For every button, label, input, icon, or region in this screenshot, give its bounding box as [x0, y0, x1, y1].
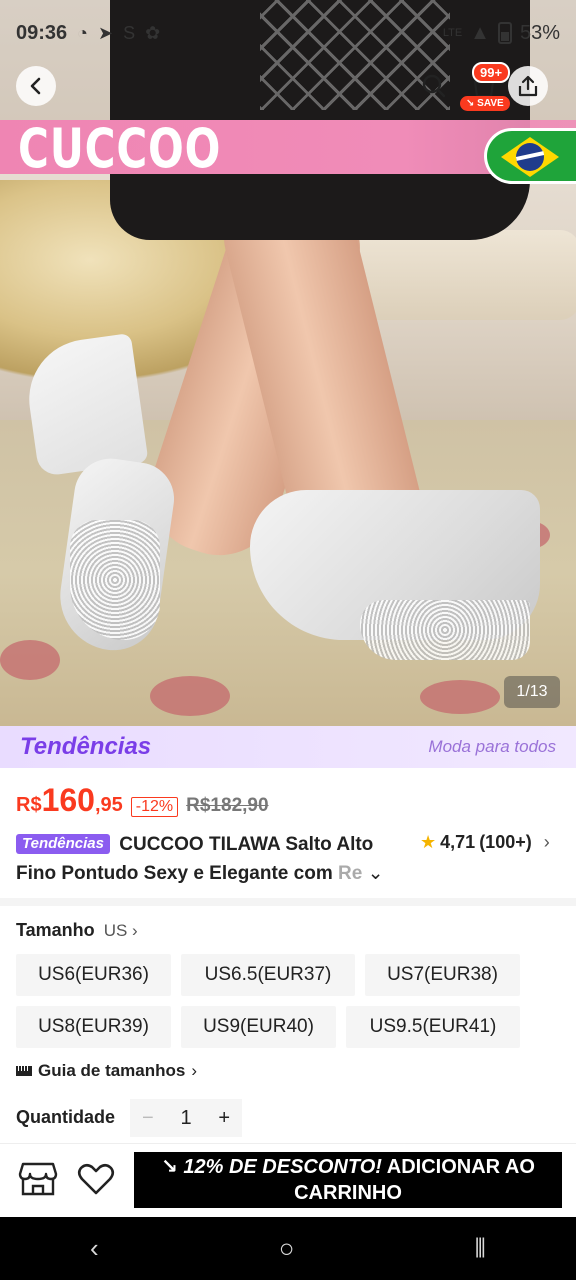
- rating-summary[interactable]: ★ 4,71 (100+) ›: [420, 832, 550, 853]
- heart-icon: [77, 1163, 115, 1195]
- status-bar: 09:36 ◔ ➤ S ✿ LTE ▲ 53%: [0, 0, 576, 66]
- cart-count-badge: 99+: [472, 62, 511, 83]
- system-back-icon[interactable]: ‹: [90, 1233, 99, 1264]
- size-option[interactable]: US7(EUR38): [365, 954, 520, 996]
- star-icon: ★: [420, 832, 437, 852]
- shoe-glitter: [360, 600, 530, 660]
- size-guide-label: Guia de tamanhos: [38, 1061, 186, 1080]
- chevron-right-icon: ›: [543, 832, 550, 852]
- save-badge-label: SAVE: [477, 98, 504, 109]
- price-decimal: ,95: [94, 794, 123, 816]
- size-option[interactable]: US8(EUR39): [16, 1006, 171, 1048]
- size-title: Tamanho: [16, 920, 95, 940]
- title-line-1: CUCCOO TILAWA Salto Alto: [119, 834, 374, 855]
- save-badge: ↘ SAVE: [460, 96, 510, 111]
- size-unit-selector[interactable]: US ›: [104, 921, 138, 940]
- rating-value: 4,71: [440, 832, 476, 852]
- search-icon: [422, 74, 446, 98]
- size-guide-link[interactable]: Guia de tamanhos ›: [16, 1061, 197, 1081]
- quantity-increase-button[interactable]: +: [218, 1107, 230, 1130]
- system-navigation-bar: ‹ ○ ⦀: [0, 1217, 576, 1280]
- carpet-flower: [150, 676, 230, 716]
- discount-badge: -12%: [130, 797, 179, 817]
- settings-icon: ✿: [145, 22, 161, 43]
- battery-icon: [497, 22, 512, 44]
- price-row: R$160,95 -12% R$182,90: [16, 782, 269, 819]
- trends-logo: Tendências: [20, 733, 152, 760]
- section-divider: [0, 898, 576, 906]
- shoe-glitter: [70, 520, 160, 640]
- title-line-2: Fino Pontudo Sexy e Elegante com: [16, 863, 338, 884]
- search-button[interactable]: [414, 66, 454, 106]
- background-bench: [340, 230, 576, 320]
- battery-level: 53%: [519, 21, 560, 44]
- store-button[interactable]: [18, 1160, 58, 1198]
- app-s-icon: S: [123, 22, 136, 43]
- add-to-cart-line-2: CARRINHO: [294, 1182, 402, 1204]
- wishlist-button[interactable]: [76, 1160, 116, 1198]
- add-to-cart-line-1: ↘ 12% DE DESCONTO! ADICIONAR AO: [161, 1154, 535, 1180]
- chevron-left-icon: [30, 77, 41, 95]
- lte-indicator: LTE: [442, 27, 463, 39]
- carpet-flower: [0, 640, 60, 680]
- trends-tag: Tendências: [16, 834, 110, 854]
- add-to-cart-label: ADICIONAR AO: [386, 1156, 535, 1178]
- flag-globe: [516, 143, 544, 171]
- chevron-right-icon: ›: [191, 1061, 198, 1080]
- size-unit: US: [103, 921, 128, 940]
- quantity-value[interactable]: 1: [180, 1107, 191, 1130]
- quantity-decrease-button[interactable]: −: [142, 1107, 154, 1130]
- price-currency: R$: [16, 794, 42, 816]
- promo-text: ↘ 12% DE DESCONTO!: [161, 1156, 382, 1178]
- share-button[interactable]: [508, 66, 548, 106]
- status-right: LTE ▲ 53%: [443, 22, 560, 45]
- share-icon: [518, 75, 538, 97]
- product-title[interactable]: Tendências CUCCOO TILAWA Salto Alto Fino…: [16, 830, 416, 888]
- original-price: R$182,90: [186, 795, 269, 816]
- trends-banner[interactable]: Tendências Moda para todos: [0, 726, 576, 768]
- trends-tagline: Moda para todos: [428, 737, 556, 756]
- size-label: Tamanho US ›: [16, 920, 138, 941]
- title-truncated: Re: [338, 863, 363, 884]
- signal-icon: ▲: [470, 21, 490, 44]
- ruler-icon: [16, 1066, 32, 1076]
- current-price: R$160,95: [16, 782, 123, 819]
- system-recents-icon[interactable]: ⦀: [475, 1233, 486, 1265]
- whatsapp-icon: ◔: [77, 22, 89, 43]
- status-time: 09:36: [16, 21, 68, 44]
- size-option[interactable]: US9(EUR40): [181, 1006, 336, 1048]
- quantity-label: Quantidade: [16, 1107, 116, 1127]
- promo-label: 12% DE DESCONTO!: [183, 1156, 382, 1178]
- system-home-icon[interactable]: ○: [279, 1233, 295, 1264]
- image-counter: 1/13: [504, 676, 560, 708]
- carpet-flower: [420, 680, 500, 714]
- expand-chevron-icon[interactable]: ⌄: [368, 863, 384, 884]
- quantity-stepper: − 1 +: [130, 1099, 242, 1137]
- back-button[interactable]: [16, 66, 56, 106]
- review-count: (100+): [479, 832, 532, 852]
- size-option[interactable]: US6(EUR36): [16, 954, 171, 996]
- store-icon: [18, 1162, 58, 1196]
- brazil-flag-icon: [484, 128, 576, 184]
- price-integer: 160: [41, 782, 95, 818]
- brand-logo: CUCCOO: [18, 117, 222, 180]
- add-to-cart-button[interactable]: ↘ 12% DE DESCONTO! ADICIONAR AO CARRINHO: [134, 1152, 562, 1208]
- notification-icons: ◔ ➤ S ✿: [77, 23, 160, 44]
- telegram-icon: ➤: [98, 22, 114, 43]
- size-option[interactable]: US6.5(EUR37): [181, 954, 355, 996]
- size-option[interactable]: US9.5(EUR41): [346, 1006, 520, 1048]
